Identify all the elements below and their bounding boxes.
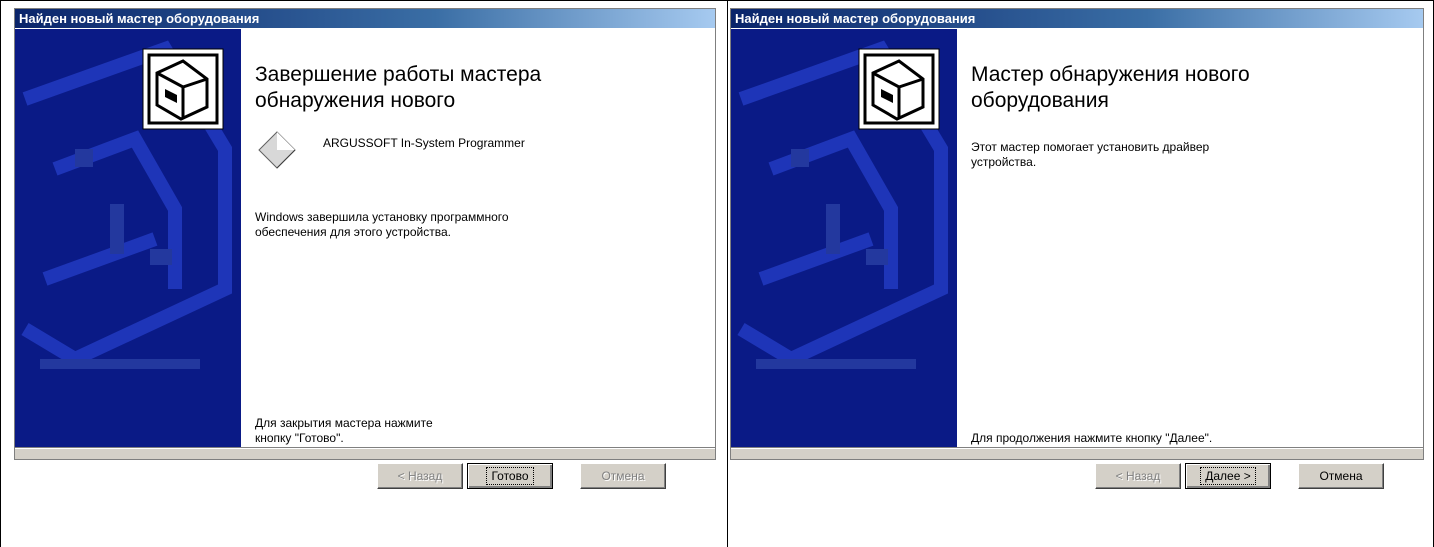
- close-instruction: Для закрытия мастера нажмите кнопку "Гот…: [255, 416, 655, 446]
- completion-message: Windows завершила установку программного…: [255, 210, 655, 240]
- finish-button[interactable]: Готово: [467, 463, 553, 489]
- wizard-sidebar-graphic: [731, 29, 957, 447]
- intro-line-1: Этот мастер помогает установить драйвер: [971, 140, 1210, 154]
- instruction-line-2: кнопку "Готово".: [255, 431, 344, 445]
- table-border-top: [0, 0, 1434, 1]
- finish-button-label: Готово: [486, 467, 534, 485]
- next-button-label: Далее >: [1200, 467, 1256, 485]
- heading-line-2: оборудования: [971, 89, 1109, 112]
- device-row: ARGUSSOFT In-System Programmer: [255, 128, 675, 169]
- next-button[interactable]: Далее >: [1185, 463, 1271, 489]
- table-border-middle: [727, 0, 728, 547]
- wizard-window-finish: Найден новый мастер оборудования Заверше…: [14, 8, 716, 489]
- window-title: Найден новый мастер оборудования: [731, 9, 1423, 28]
- continue-instruction: Для продолжения нажмите кнопку "Далее".: [971, 431, 1371, 446]
- wizard-heading: Мастер обнаружения нового оборудования: [971, 62, 1411, 114]
- wizard-footer: < Назад Далее > Отмена: [731, 449, 1423, 489]
- completion-line-1: Windows завершила установку программного: [255, 210, 509, 224]
- cancel-button[interactable]: Отмена: [580, 463, 666, 489]
- back-button[interactable]: < Назад: [377, 463, 463, 489]
- cancel-button[interactable]: Отмена: [1298, 463, 1384, 489]
- device-icon: [258, 131, 296, 169]
- heading-line-1: Завершение работы мастера: [255, 63, 542, 86]
- wizard-window-start: Найден новый мастер оборудования Мастер …: [730, 8, 1424, 489]
- table-border-left: [0, 0, 1, 547]
- intro-line-2: устройства.: [971, 155, 1037, 169]
- hardware-icon: [858, 48, 940, 130]
- wizard-footer: < Назад Готово Отмена: [15, 449, 715, 489]
- instruction-line-1: Для продолжения нажмите кнопку "Далее".: [971, 431, 1213, 445]
- back-button[interactable]: < Назад: [1095, 463, 1181, 489]
- hardware-icon: [142, 48, 224, 130]
- completion-line-2: обеспечения для этого устройства.: [255, 225, 451, 239]
- heading-line-1: Мастер обнаружения нового: [971, 63, 1250, 86]
- wizard-heading: Завершение работы мастера обнаружения но…: [255, 62, 695, 114]
- wizard-sidebar-graphic: [15, 29, 241, 447]
- heading-line-2: обнаружения нового: [255, 89, 456, 112]
- window-title: Найден новый мастер оборудования: [15, 9, 715, 28]
- instruction-line-1: Для закрытия мастера нажмите: [255, 416, 433, 430]
- intro-message: Этот мастер помогает установить драйвер …: [971, 140, 1371, 170]
- device-name: ARGUSSOFT In-System Programmer: [323, 136, 525, 150]
